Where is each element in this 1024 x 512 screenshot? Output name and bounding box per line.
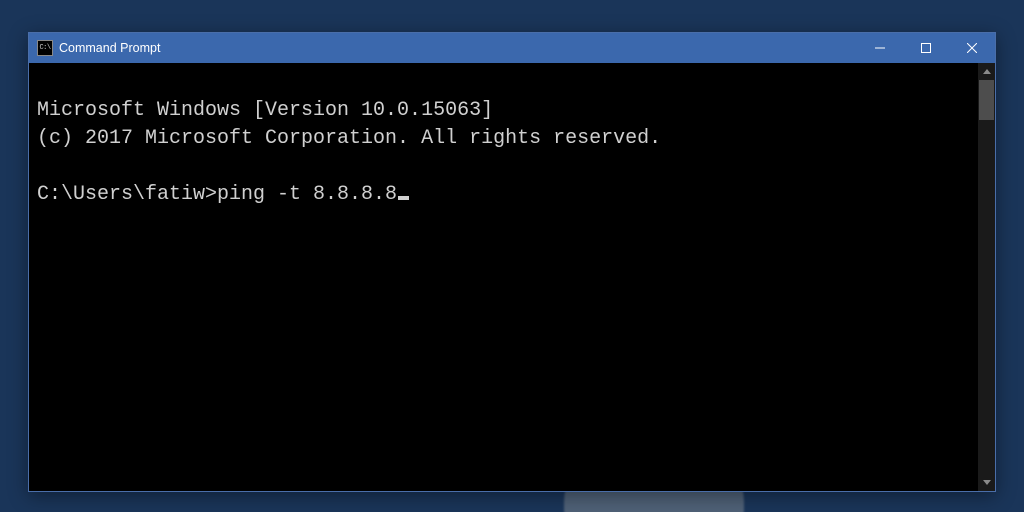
chevron-up-icon (983, 69, 991, 74)
window-title: Command Prompt (59, 41, 160, 55)
text-cursor (398, 196, 409, 200)
scroll-up-button[interactable] (978, 63, 995, 80)
console-line-version: Microsoft Windows [Version 10.0.15063] (37, 99, 493, 122)
console-command: ping -t 8.8.8.8 (217, 183, 397, 206)
maximize-button[interactable] (903, 33, 949, 63)
console-output[interactable]: Microsoft Windows [Version 10.0.15063] (… (29, 63, 978, 491)
console-area[interactable]: Microsoft Windows [Version 10.0.15063] (… (29, 63, 995, 491)
console-prompt-line: C:\Users\fatiw>ping -t 8.8.8.8 (37, 183, 409, 206)
close-button[interactable] (949, 33, 995, 63)
maximize-icon (921, 43, 931, 53)
console-line-copyright: (c) 2017 Microsoft Corporation. All righ… (37, 127, 661, 150)
scroll-thumb[interactable] (979, 80, 994, 120)
vertical-scrollbar[interactable] (978, 63, 995, 491)
console-prompt: C:\Users\fatiw> (37, 183, 217, 206)
titlebar[interactable]: C:\ Command Prompt (29, 33, 995, 63)
minimize-button[interactable] (857, 33, 903, 63)
scroll-down-button[interactable] (978, 474, 995, 491)
command-prompt-window: C:\ Command Prompt Microsoft Windows [Ve… (28, 32, 996, 492)
chevron-down-icon (983, 480, 991, 485)
minimize-icon (875, 43, 885, 53)
app-icon: C:\ (37, 40, 53, 56)
app-icon-glyph: C:\ (39, 44, 50, 52)
close-icon (967, 43, 977, 53)
